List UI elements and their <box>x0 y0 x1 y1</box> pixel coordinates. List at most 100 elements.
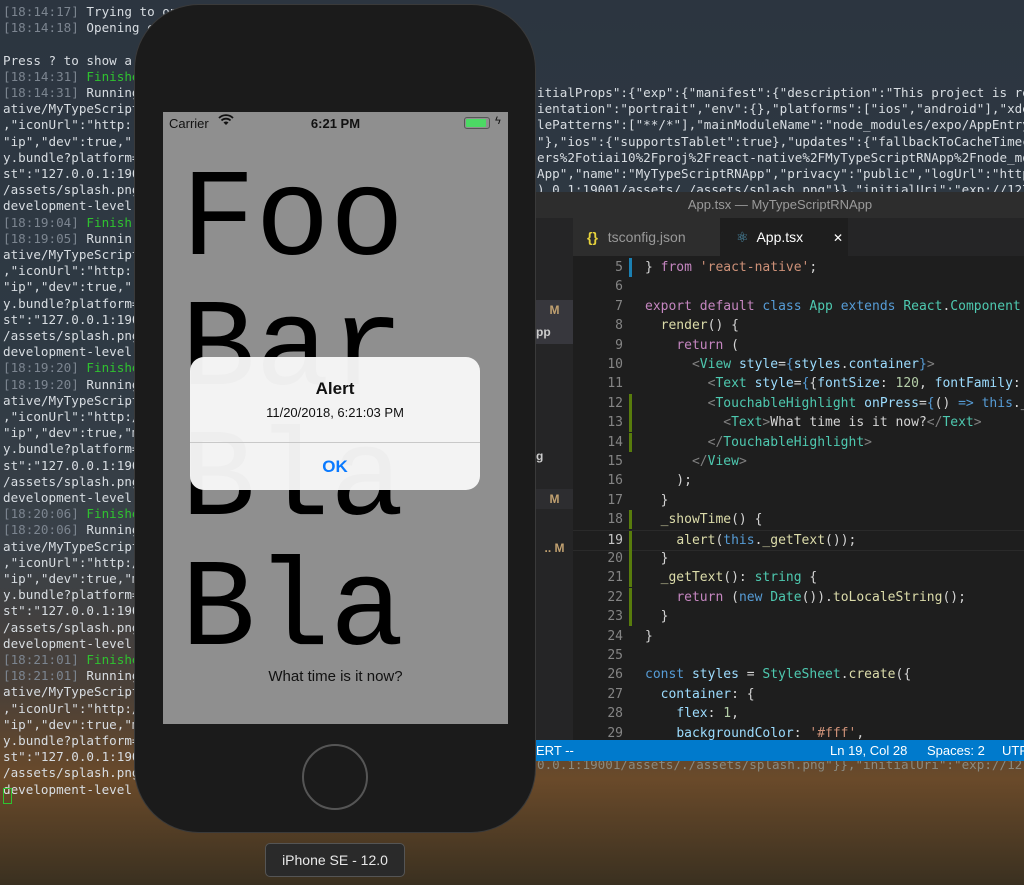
terminal-line: ative/MyTypeScript <box>3 684 139 700</box>
code-line[interactable]: 25 <box>573 646 1024 665</box>
code-line[interactable]: 16 ); <box>573 471 1024 490</box>
code-token: container <box>848 357 919 372</box>
code-token: : <box>879 376 896 392</box>
code-line[interactable]: 11 <Text style={{fontSize: 120, fontFami… <box>573 374 1024 393</box>
code-line[interactable]: 13 <Text>What time is it now?</Text> <box>573 413 1024 433</box>
terminal-line: "ip","dev":true,"m <box>3 717 139 733</box>
sidebar-badge[interactable]: M <box>536 300 573 322</box>
terminal-line: [18:14:31] Finishe <box>3 69 140 85</box>
log-text: Opening e <box>78 20 155 36</box>
terminal-line-fragment: "},"ios":{"supportsTablet":true},"update… <box>537 133 1024 149</box>
log-text: "ip","dev":true," <box>3 279 132 295</box>
charging-icon: ϟ <box>495 115 501 127</box>
code-text: export default class App extends React.C… <box>645 297 1021 316</box>
terminal-line: ,"iconUrl":"http:/ <box>3 701 139 717</box>
sidebar-badge[interactable]: .. M <box>536 538 573 558</box>
terminal-line: [18:20:06] Finishe <box>3 506 140 522</box>
code-line[interactable]: 18 _showTime() { <box>573 510 1024 530</box>
device-screen: Carrier 6:21 PM ϟ Foo Bar Bla Bla What t… <box>163 112 508 724</box>
alert-message: 11/20/2018, 6:21:03 PM <box>266 405 404 420</box>
code-line[interactable]: 21 _getText(): string { <box>573 568 1024 588</box>
log-text: ative/MyTypeScript <box>3 684 140 700</box>
terminal-line: ,"iconUrl":"http: <box>3 263 132 279</box>
code-token: : <box>793 725 810 741</box>
terminal-line: "ip","dev":true,"m <box>3 425 139 441</box>
code-token: '#fff' <box>809 725 857 741</box>
code-token: > <box>864 434 872 450</box>
line-number: 27 <box>607 686 623 702</box>
log-text: "ip","dev":true,"m <box>3 425 140 441</box>
terminal-line: y.bundle?platform= <box>3 733 139 749</box>
code-text: } from 'react-native'; <box>645 258 817 277</box>
status-indentation[interactable]: Spaces: 2 <box>927 740 985 761</box>
code-line[interactable]: 28 flex: 1, <box>573 704 1024 723</box>
code-token: : <box>707 706 724 722</box>
code-token: fontSize <box>817 376 880 392</box>
code-line[interactable]: 12 <TouchableHighlight onPress={() => th… <box>573 393 1024 413</box>
log-text: ative/MyTypeScript <box>3 101 140 117</box>
sidebar-item[interactable]: g <box>536 446 573 466</box>
code-line[interactable]: 5} from 'react-native'; <box>573 258 1024 277</box>
what-time-button[interactable]: What time is it now? <box>163 668 508 685</box>
code-line[interactable]: 20 } <box>573 549 1024 568</box>
react-icon: ⚛ <box>736 229 749 245</box>
code-token: ._ <box>1012 395 1024 411</box>
line-number: 16 <box>607 473 623 489</box>
code-token: TouchableHighlight <box>715 395 857 411</box>
code-token: (); <box>942 589 966 605</box>
code-token: What time is it now? <box>770 415 927 431</box>
code-line[interactable]: 26 const styles = StyleSheet.create({ <box>573 665 1024 684</box>
terminal-line: ative/MyTypeScript <box>3 393 139 409</box>
sidebar-badge[interactable]: M <box>536 489 573 509</box>
code-text: render() { <box>645 316 739 335</box>
code-line[interactable]: 22 return (new Date()).toLocaleString(); <box>573 587 1024 607</box>
line-number: 12 <box>607 395 623 411</box>
sidebar-item[interactable]: pp <box>536 322 573 344</box>
code-line[interactable]: 17 } <box>573 491 1024 510</box>
code-token: = <box>738 667 763 683</box>
line-number: 21 <box>607 570 623 586</box>
code-line[interactable]: 14 </TouchableHighlight> <box>573 432 1024 452</box>
line-number: 13 <box>607 415 623 431</box>
code-line[interactable]: 10 <View style={styles.container}> <box>573 355 1024 374</box>
code-line[interactable]: 15 </View> <box>573 452 1024 471</box>
code-line[interactable]: 8 render() { <box>573 316 1024 335</box>
code-line[interactable]: 24} <box>573 627 1024 646</box>
code-token: ); <box>645 473 692 489</box>
code-line[interactable]: 6 <box>573 277 1024 296</box>
status-encoding[interactable]: UTF <box>1002 740 1024 761</box>
home-button[interactable] <box>302 744 368 810</box>
code-token: return <box>676 589 724 605</box>
alert-title: Alert <box>315 379 355 398</box>
terminal-line: "ip","dev":true," <box>3 134 132 150</box>
code-text: _showTime() { <box>645 510 763 529</box>
code-token: Text <box>731 415 763 431</box>
code-token: class <box>762 298 802 314</box>
status-cursor-position[interactable]: Ln 19, Col 28 <box>830 740 907 761</box>
code-token: Text <box>715 376 747 392</box>
terminal-line: /assets/splash.png <box>3 182 139 198</box>
log-text: Finishe <box>78 652 140 667</box>
terminal-line-fragment: ientation":"portrait","env":{},"platform… <box>537 101 1024 117</box>
code-line[interactable]: 27 container: { <box>573 685 1024 704</box>
git-gutter-marker <box>629 393 632 413</box>
code-line[interactable]: 23 } <box>573 607 1024 627</box>
tab-app-tsx[interactable]: ⚛ App.tsx ✕ <box>720 218 848 256</box>
timestamp: [18:19:04] <box>3 214 79 230</box>
code-token: this <box>723 532 755 548</box>
log-text: development-level <box>3 490 132 505</box>
close-icon[interactable]: ✕ <box>833 231 843 245</box>
code-line[interactable]: 9 return ( <box>573 336 1024 355</box>
alert-ok-button[interactable]: OK <box>190 443 480 490</box>
code-token: style <box>754 376 794 392</box>
code-editor[interactable]: 5} from 'react-native'; 6 7 export default … <box>573 256 1024 741</box>
terminal-line: st":"127.0.0.1:190 <box>3 603 139 619</box>
code-line[interactable]: 19 alert(this._getText()); <box>573 529 1024 551</box>
line-number: 19 <box>607 532 623 548</box>
code-line[interactable]: 7 export default class App extends React.… <box>573 297 1024 316</box>
tab-tsconfig[interactable]: {} tsconfig.json <box>573 218 720 256</box>
